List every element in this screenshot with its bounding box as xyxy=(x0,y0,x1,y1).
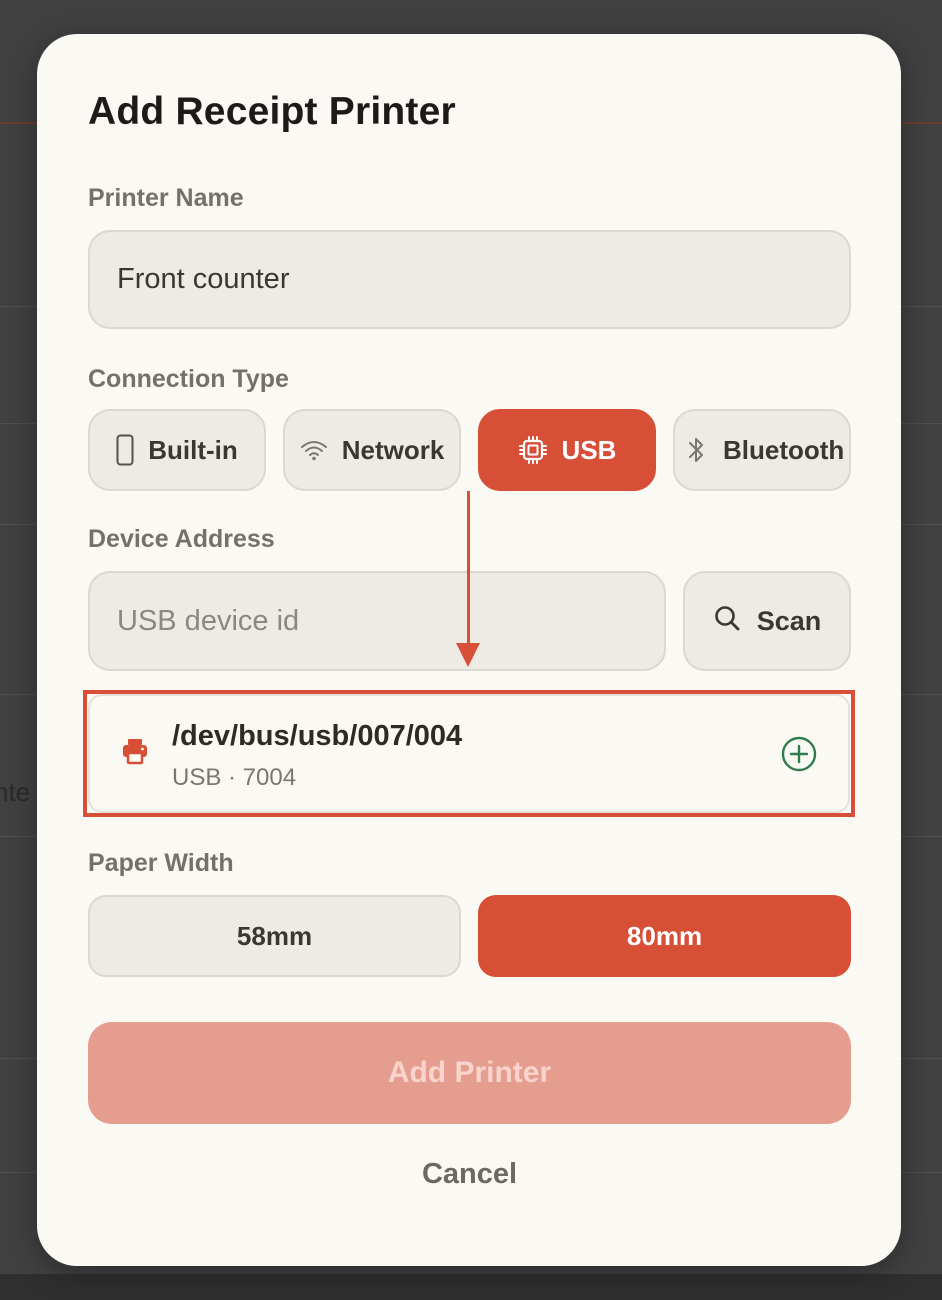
connection-option-network[interactable]: Network xyxy=(283,409,461,491)
annotation-arrow xyxy=(467,491,470,644)
device-address-placeholder: USB device id xyxy=(117,604,300,637)
printer-icon xyxy=(120,736,150,771)
annotation-arrow-head xyxy=(456,643,480,667)
background-bottom-bar xyxy=(0,1274,942,1300)
connection-option-label: Built-in xyxy=(148,434,238,465)
connection-type-label: Connection Type xyxy=(88,365,289,393)
paper-width-80mm[interactable]: 80mm xyxy=(478,895,851,977)
device-path: /dev/bus/usb/007/004 xyxy=(172,720,463,752)
connection-option-usb[interactable]: USB xyxy=(478,409,656,491)
add-circle-icon[interactable] xyxy=(780,735,818,778)
connection-option-label: Network xyxy=(341,434,445,465)
scan-button-label: Scan xyxy=(756,605,822,636)
connection-option-label: Bluetooth xyxy=(723,434,845,465)
printer-name-input[interactable]: Front counter xyxy=(88,230,851,329)
cancel-button[interactable]: Cancel xyxy=(88,1152,851,1196)
phone-icon xyxy=(116,434,134,466)
connection-option-bluetooth[interactable]: Bluetooth xyxy=(673,409,851,491)
printer-name-value: Front counter xyxy=(117,263,290,295)
paper-width-58mm[interactable]: 58mm xyxy=(88,895,461,977)
background-partial-text: nte xyxy=(0,777,31,807)
connection-option-label: USB xyxy=(561,434,617,465)
found-device-item[interactable]: /dev/bus/usb/007/004 USB · 7004 xyxy=(88,694,850,813)
device-address-input[interactable]: USB device id xyxy=(88,571,666,671)
chip-icon xyxy=(518,435,548,465)
device-detail: USB · 7004 xyxy=(172,764,297,791)
paper-width-label: Paper Width xyxy=(88,849,234,877)
scan-button[interactable]: Scan xyxy=(683,571,851,671)
add-printer-button[interactable]: Add Printer xyxy=(88,1022,851,1124)
printer-name-label: Printer Name xyxy=(88,184,244,212)
bluetooth-icon xyxy=(687,435,705,465)
add-printer-dialog: Add Receipt Printer Printer Name Front c… xyxy=(37,34,901,1266)
search-icon xyxy=(713,604,741,639)
connection-option-built-in[interactable]: Built-in xyxy=(88,409,266,491)
dialog-title: Add Receipt Printer xyxy=(88,90,456,133)
device-address-label: Device Address xyxy=(88,525,275,553)
wifi-icon xyxy=(300,439,328,461)
